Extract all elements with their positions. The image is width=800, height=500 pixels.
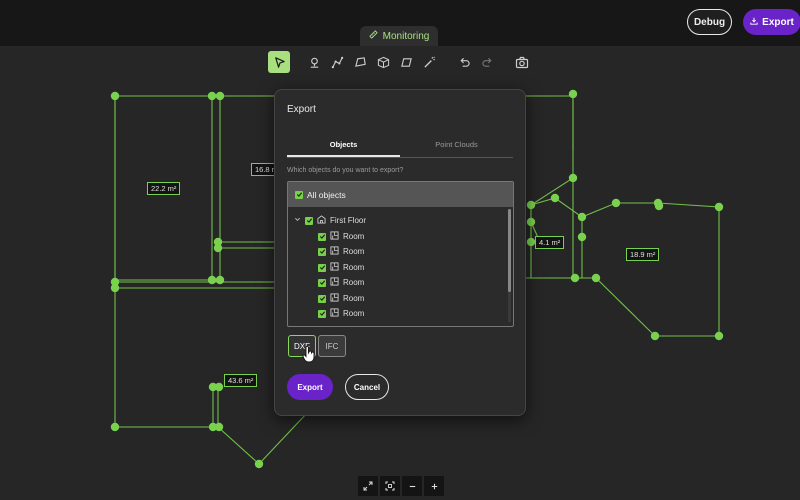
floor-label: First Floor: [330, 216, 366, 225]
room-icon: [330, 262, 339, 273]
room-label: Room: [343, 278, 365, 287]
list-scrollbar-thumb[interactable]: [508, 209, 511, 292]
room-icon: [330, 231, 339, 242]
room-checkbox[interactable]: [318, 263, 326, 272]
hand-cursor-icon: [302, 346, 315, 363]
room-checkbox[interactable]: [318, 232, 326, 241]
room-checkbox[interactable]: [318, 309, 326, 318]
room-checkbox[interactable]: [318, 278, 326, 287]
tab-point-clouds[interactable]: Point Clouds: [400, 137, 513, 157]
room-label: Room: [343, 232, 365, 241]
area-label: 22.2 m²: [147, 182, 181, 195]
export-dialog: Export Objects Point Clouds Which object…: [274, 89, 526, 416]
dialog-cancel-label: Cancel: [353, 382, 381, 392]
floor-row[interactable]: First Floor: [294, 215, 366, 226]
room-checkbox[interactable]: [318, 294, 326, 303]
format-ifc-label: IFC: [325, 341, 339, 351]
all-objects-label: All objects: [307, 189, 346, 200]
dialog-export-button[interactable]: Export: [287, 374, 333, 400]
dialog-cancel-button[interactable]: Cancel: [345, 374, 389, 400]
room-icon: [330, 277, 339, 288]
room-label: Room: [343, 247, 365, 256]
floor-checkbox[interactable]: [305, 216, 313, 225]
all-objects-checkbox[interactable]: [295, 190, 303, 199]
object-list: All objects First Floor Room Room Room R…: [287, 181, 514, 327]
building-icon: [317, 215, 326, 226]
tab-objects[interactable]: Objects: [287, 137, 400, 157]
export-question: Which objects do you want to export?: [287, 167, 404, 174]
room-label: Room: [343, 309, 365, 318]
zoom-controls: [358, 476, 444, 496]
room-icon: [330, 293, 339, 304]
zoom-in-icon[interactable]: [424, 476, 444, 496]
area-label: 18.9 m²: [626, 248, 660, 261]
format-ifc-button[interactable]: IFC: [318, 335, 346, 357]
chevron-down-icon[interactable]: [294, 216, 301, 225]
export-tabs: Objects Point Clouds: [287, 137, 513, 158]
room-row[interactable]: Room: [318, 262, 364, 273]
room-row[interactable]: Room: [318, 308, 364, 319]
room-row[interactable]: Room: [318, 231, 364, 242]
room-row[interactable]: Room: [318, 277, 364, 288]
expand-icon[interactable]: [358, 476, 378, 496]
room-row[interactable]: Room: [318, 293, 364, 304]
zoom-out-icon[interactable]: [402, 476, 422, 496]
room-label: Room: [343, 263, 365, 272]
fit-view-icon[interactable]: [380, 476, 400, 496]
room-label: Room: [343, 294, 365, 303]
room-checkbox[interactable]: [318, 247, 326, 256]
room-row[interactable]: Room: [318, 246, 364, 257]
dialog-export-label: Export: [297, 382, 323, 392]
room-icon: [330, 308, 339, 319]
area-label: 43.6 m²: [224, 374, 258, 387]
dialog-title: Export: [287, 104, 316, 115]
all-objects-row[interactable]: All objects: [288, 182, 513, 207]
room-icon: [330, 246, 339, 257]
area-label: 4.1 m²: [535, 236, 565, 249]
